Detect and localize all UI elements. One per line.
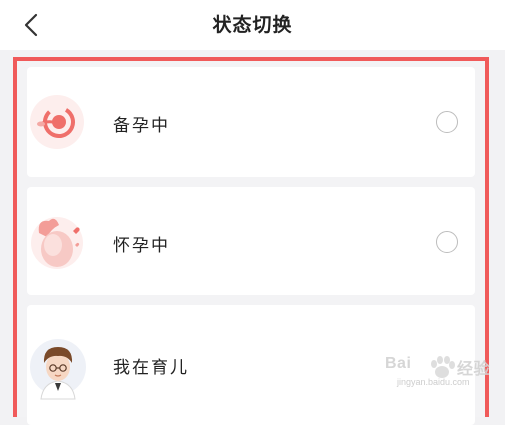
status-option-radio[interactable] <box>436 111 458 133</box>
status-option-radio[interactable] <box>436 231 458 253</box>
preparing-pregnancy-icon <box>29 94 85 150</box>
page-title: 状态切换 <box>212 14 293 36</box>
watermark-domain: jingyan.baidu.com <box>397 377 470 387</box>
pregnant-icon <box>29 211 85 269</box>
status-option-label: 我在育儿 <box>113 358 189 378</box>
baidu-jingyan-watermark: Bai 经验 jingyan.baidu.com <box>367 355 497 395</box>
status-option-pregnant[interactable]: 怀孕中 <box>27 187 475 295</box>
status-option-preparing[interactable]: 备孕中 <box>27 67 475 177</box>
header-bar: 状态切换 <box>0 0 505 50</box>
watermark-brand: Bai <box>385 355 412 372</box>
watermark-brand-suffix: 经验 <box>457 361 491 378</box>
status-option-label: 怀孕中 <box>113 236 170 256</box>
status-option-label: 备孕中 <box>113 116 170 136</box>
parenting-avatar-icon <box>29 333 87 403</box>
